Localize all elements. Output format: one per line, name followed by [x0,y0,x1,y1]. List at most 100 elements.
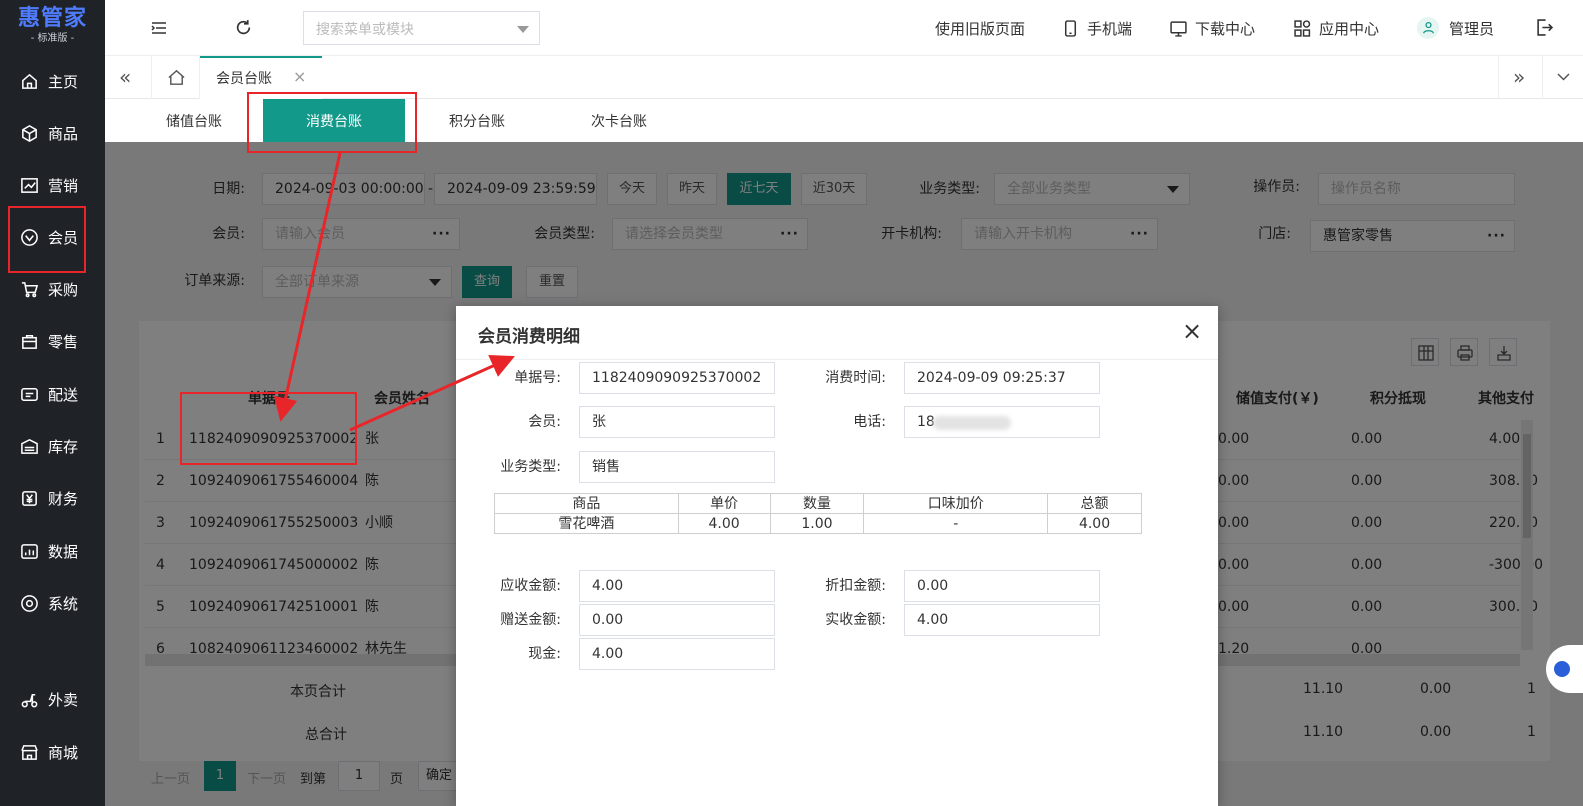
gift-field[interactable]: 0.00 [579,604,775,636]
discount-label: 折扣金额: [825,578,886,594]
actual-label: 实收金额: [825,612,886,628]
sidebar-item-label: 营销 [48,176,79,195]
sidebar-item-delivery[interactable]: 配送 [0,368,105,420]
sidebar-item-stock[interactable]: 库存 [0,420,105,472]
phone-field[interactable]: 18 [904,406,1100,438]
home-icon [22,73,37,89]
item-total: 4.00 [1047,513,1142,534]
items-header: 单价 [677,493,771,514]
tab-scroll-right[interactable]: » [1498,56,1542,99]
download-center-link[interactable]: 下载中心 [1170,0,1255,56]
receivable-field[interactable]: 4.00 [579,570,775,602]
avatar [1417,17,1439,39]
apps-grid-icon [1294,19,1311,37]
refresh-icon[interactable] [235,19,252,36]
search-placeholder: 搜索菜单或模块 [316,22,414,38]
sidebar-item-retail[interactable]: 零售 [0,315,105,367]
logo-text: 惠管家 [17,6,87,31]
sidebar-item-label: 零售 [48,332,79,351]
app-center-link[interactable]: 应用中心 [1294,0,1379,56]
sidebar-item-mall[interactable]: 商城 [0,726,105,778]
sidebar-item-goods[interactable]: 商品 [0,107,105,159]
settings-icon [21,594,38,612]
receivable-label: 应收金额: [500,578,561,594]
items-table: 商品 单价 数量 口味加价 总额 雪花啤酒 4.00 1.00 - 4.00 [494,493,1142,534]
subtab-times-card[interactable]: 次卡台账 [591,111,647,131]
sidebar-item-label: 商品 [48,124,79,143]
item-qty: 1.00 [769,513,865,534]
logout-icon[interactable] [1536,19,1553,36]
items-header-row: 商品 单价 数量 口味加价 总额 [494,493,1142,514]
highlight-box-bill-no [180,392,357,465]
gift-label: 赠送金额: [500,612,561,628]
sidebar-item-finance[interactable]: 财务 [0,472,105,524]
chevron-down-icon [517,26,529,33]
actual-field[interactable]: 4.00 [904,604,1100,636]
user-icon [1422,21,1434,34]
sidebar-item-home[interactable]: 主页 [0,55,105,107]
items-header: 口味加价 [863,493,1049,514]
subtab-points[interactable]: 积分台账 [449,111,505,131]
sidebar-item-system[interactable]: 系统 [0,577,105,629]
robot-eye [1554,661,1570,677]
double-chevron-right-icon: » [1513,65,1526,89]
data-icon [21,543,38,559]
bill-no-field[interactable]: 1182409090925370002 [579,362,775,394]
sidebar-item-takeout[interactable]: 外卖 [0,673,105,725]
items-header: 数量 [769,493,865,514]
box-icon [22,124,37,142]
items-header: 商品 [494,493,679,514]
tab-close-icon[interactable]: × [293,67,306,86]
chart-icon [21,177,38,193]
tab-home[interactable] [151,56,200,99]
menu-collapse-icon[interactable] [151,20,167,36]
item-name: 雪花啤酒 [494,513,679,534]
biz-type-field[interactable]: 销售 [579,451,775,483]
sidebar-item-label: 外卖 [48,690,79,709]
highlight-box-subtab [247,92,417,153]
yuan-icon [22,490,37,506]
edition-label: - 标准版 - [30,33,75,44]
member-field[interactable]: 张 [579,406,775,438]
old-version-link[interactable]: 使用旧版页面 [935,0,1025,56]
sidebar-item-label: 配送 [48,385,79,404]
discount-field[interactable]: 0.00 [904,570,1100,602]
apps-label: 应用中心 [1319,19,1380,38]
dialog-header: 会员消费明细 × [456,306,1218,360]
mobile-label: 手机端 [1087,19,1133,38]
member-label: 会员: [528,414,561,430]
bill-no-label: 单据号: [514,370,561,386]
old-version-label: 使用旧版页面 [935,19,1026,38]
items-row[interactable]: 雪花啤酒 4.00 1.00 - 4.00 [494,513,1142,534]
phone-label: 电话: [853,414,886,430]
user-menu[interactable]: 管理员 [1417,0,1494,56]
highlight-box-member [8,206,86,273]
user-label: 管理员 [1449,19,1495,38]
cash-field[interactable]: 4.00 [579,638,775,670]
close-icon[interactable]: × [1182,317,1202,345]
tab-scroll-left-icon[interactable]: « [119,65,131,89]
sidebar-item-label: 系统 [48,594,79,613]
subtab-stored-value[interactable]: 储值台账 [166,111,222,131]
sidebar: 惠管家 - 标准版 - 主页 商品 营销 会员 采购 零售 配送 库存 财务 数… [0,0,105,806]
sidebar-item-data[interactable]: 数据 [0,525,105,577]
search-input[interactable]: 搜索菜单或模块 [303,11,540,45]
mobile-link[interactable]: 手机端 [1062,0,1132,56]
cash-label: 现金: [528,646,561,662]
sidebar-item-label: 主页 [48,72,79,91]
dialog-title: 会员消费明细 [478,327,580,347]
time-field[interactable]: 2024-09-09 09:25:37 [904,362,1100,394]
sidebar-item-label: 数据 [48,542,79,561]
topbar: 搜索菜单或模块 使用旧版页面 手机端 下载中心 应用中心 管理员 [105,0,1583,56]
item-flavor: - [863,513,1049,534]
member-consumption-dialog: 会员消费明细 × 单据号: 1182409090925370002 消费时间: … [456,306,1218,806]
tab-dropdown[interactable] [1542,56,1583,99]
item-price: 4.00 [677,513,771,534]
shop-icon [21,744,38,760]
delivery-icon [21,387,38,401]
sidebar-item-marketing[interactable]: 营销 [0,159,105,211]
sidebar-item-label: 采购 [48,280,79,299]
time-label: 消费时间: [825,370,886,386]
app-logo[interactable]: 惠管家 - 标准版 - [0,0,105,55]
biz-type-label: 业务类型: [500,459,561,475]
